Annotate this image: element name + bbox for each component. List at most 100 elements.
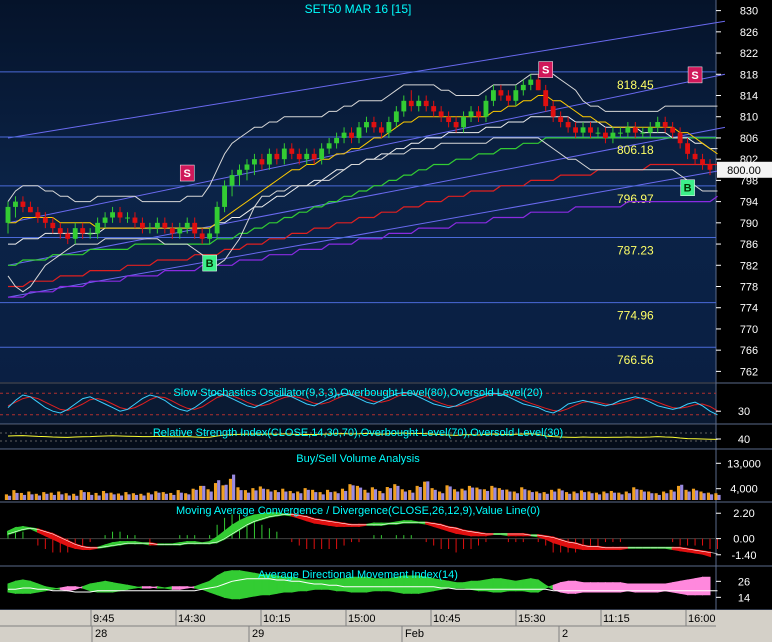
time-tick-label: 15:00 [348, 613, 376, 625]
volume-buy-bar [191, 488, 195, 500]
candle-body [543, 90, 549, 107]
signal-label: B [684, 183, 692, 195]
price-tick-label: 814 [740, 91, 758, 103]
adx-dmi-ribbon-segment [246, 571, 255, 598]
volume-buy-bar [101, 490, 106, 500]
volume-buy-bar [579, 490, 584, 500]
candle-body [311, 153, 317, 160]
volume-buy-bar [676, 485, 681, 500]
volume-buy-bar [669, 489, 673, 500]
volume-buy-bar [87, 492, 91, 500]
candle-body [274, 153, 280, 160]
volume-buy-bar [34, 493, 38, 500]
volume-sell-bar [381, 493, 385, 500]
candle-body [490, 90, 496, 101]
adx-dmi-ribbon-segment [530, 578, 539, 593]
candle-body [535, 79, 541, 91]
panel-title: Moving Average Convergence / Divergence(… [176, 505, 540, 517]
volume-sell-bar [695, 490, 699, 500]
volume-sell-bar [523, 489, 527, 500]
volume-sell-bar [515, 493, 519, 500]
volume-sell-bar [336, 493, 340, 500]
volume-buy-bar [161, 492, 165, 500]
price-tick-label: 766 [740, 345, 758, 357]
candle-body [662, 122, 668, 128]
volume-sell-bar [508, 491, 512, 500]
volume-buy-bar [27, 491, 31, 500]
volume-sell-bar [687, 491, 691, 500]
volume-buy-bar [139, 493, 143, 500]
volume-buy-bar [662, 491, 666, 500]
volume-sell-bar [276, 492, 280, 500]
volume-buy-bar [288, 490, 292, 500]
adx-dmi-ribbon-segment [231, 570, 240, 600]
volume-buy-bar [527, 490, 531, 500]
time-tick-label: 10:45 [433, 613, 461, 625]
candle-body [603, 132, 608, 138]
volume-sell-bar [127, 494, 131, 500]
volume-buy-bar [206, 489, 210, 500]
volume-buy-bar [714, 493, 718, 500]
candle-body [483, 100, 489, 117]
volume-buy-bar [423, 481, 427, 500]
candle-body [20, 201, 26, 207]
volume-buy-bar [691, 488, 696, 500]
price-tick-label: 794 [740, 197, 758, 209]
volume-buy-bar [251, 488, 255, 500]
volume-sell-bar [120, 495, 124, 500]
volume-buy-bar [564, 492, 569, 500]
volume-sell-bar [426, 481, 430, 500]
candle-body [588, 127, 593, 133]
candle-body [513, 90, 519, 101]
adx-dmi-ribbon-segment [500, 578, 509, 593]
panel-title: Average Directional Movement Index(14) [258, 569, 458, 581]
volume-sell-bar [366, 492, 370, 500]
volume-buy-bar [243, 490, 247, 500]
candle-body [647, 127, 653, 133]
volume-buy-bar [154, 491, 158, 500]
volume-buy-bar [333, 491, 337, 500]
panel-title: Relative Strength Index(CLOSE,14,30,70),… [153, 427, 563, 439]
candle-body [244, 164, 250, 170]
volume-sell-bar [37, 495, 42, 500]
signal-label: S [542, 65, 549, 77]
adx-dmi-ribbon-segment [672, 580, 681, 594]
adx-dmi-ribbon-segment [149, 586, 158, 589]
candle-body [632, 127, 638, 133]
volume-sell-bar [396, 485, 400, 500]
volume-buy-bar [42, 492, 46, 500]
volume-buy-bar [131, 493, 135, 500]
candle-body [625, 127, 631, 133]
candle-body [670, 127, 676, 133]
candle-body [356, 127, 362, 138]
candle-body [214, 206, 220, 234]
adx-dmi-ribbon-segment [492, 578, 502, 593]
volume-buy-bar [452, 489, 457, 500]
volume-sell-bar [82, 492, 86, 500]
volume-sell-bar [530, 492, 534, 500]
volume-buy-bar [497, 488, 501, 500]
candle-body [528, 79, 534, 85]
date-tick-label: Feb [405, 628, 424, 640]
candle-body [520, 84, 526, 91]
volume-buy-bar [340, 488, 345, 500]
volume-buy-bar [318, 492, 322, 500]
level-label: 806.18 [617, 143, 654, 157]
adx-dmi-ribbon-segment [463, 580, 472, 590]
volume-buy-bar [430, 488, 434, 500]
macd-ribbon-segment [589, 545, 599, 550]
chart-canvas: 818.45 806.18 796.97 787.23 774.96 766.56 S B S… [0, 0, 772, 642]
adx-dmi-ribbon-segment [485, 578, 494, 593]
volume-sell-bar [478, 489, 482, 500]
candle-body [550, 106, 556, 117]
adx-dmi-ribbon-segment [702, 576, 711, 596]
volume-sell-bar [590, 493, 594, 500]
candle-body [498, 90, 504, 96]
volume-buy-bar [535, 491, 539, 500]
volume-sell-bar [224, 484, 228, 500]
volume-buy-bar [572, 491, 576, 500]
signal-label: S [184, 168, 191, 180]
candle-body [169, 228, 175, 234]
candle-body [199, 233, 205, 239]
candle-body [5, 206, 11, 223]
